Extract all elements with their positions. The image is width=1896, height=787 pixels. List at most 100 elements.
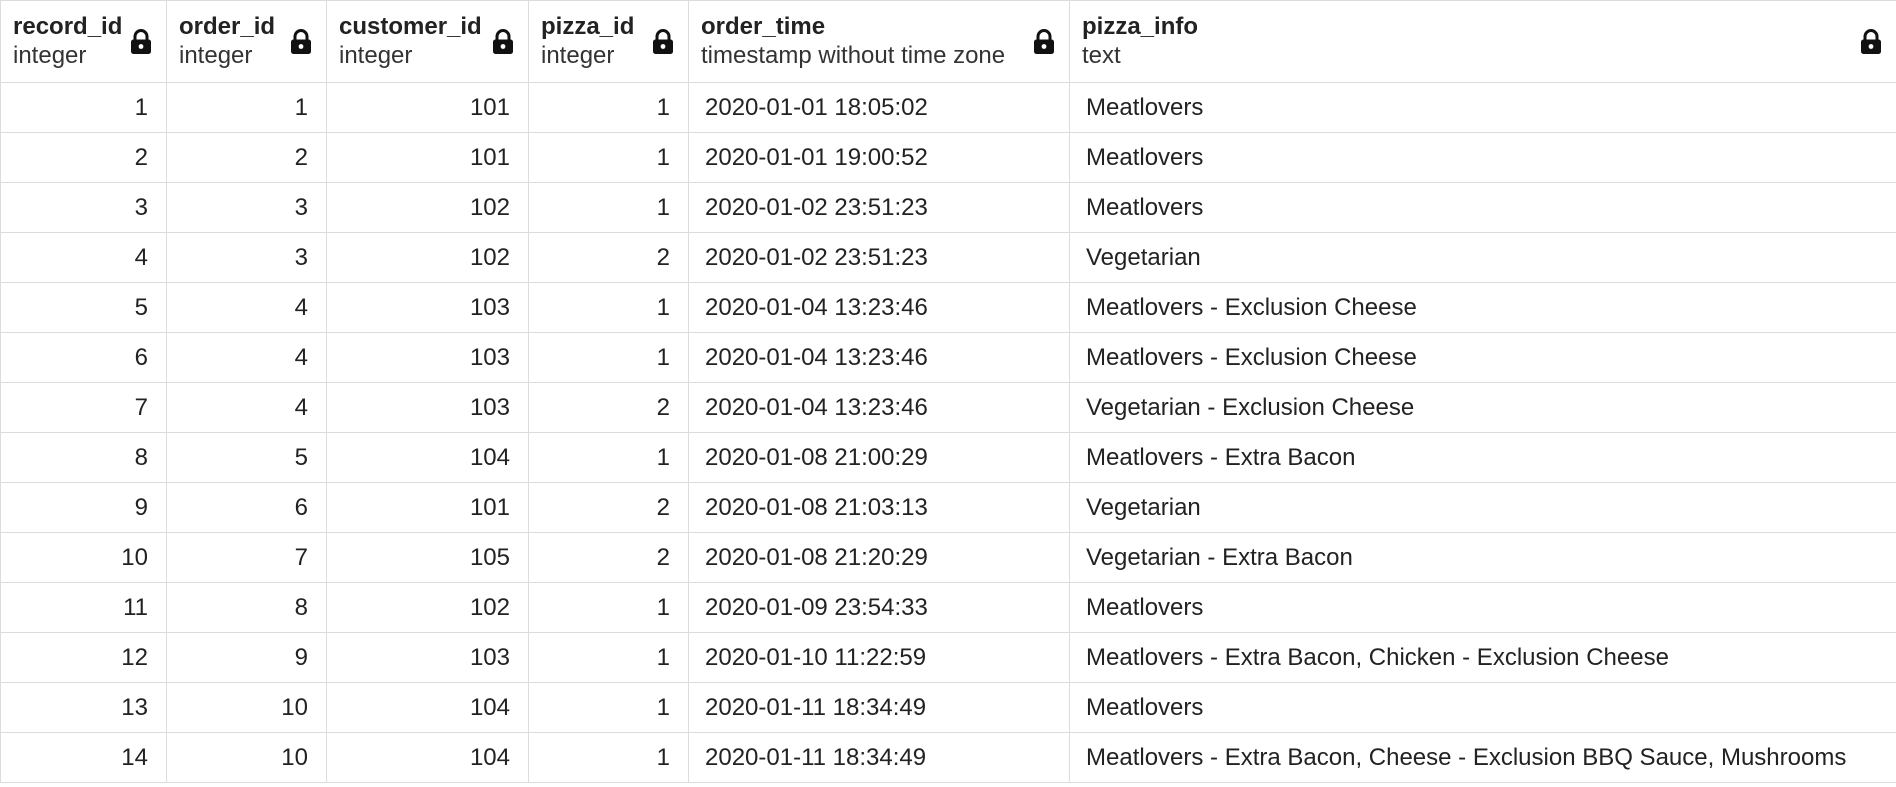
table-row[interactable]: 4 3 102 2 2020-01-02 23:51:23 Vegetarian	[0, 232, 1896, 283]
cell-pizza-id[interactable]: 1	[528, 332, 689, 383]
cell-pizza-id[interactable]: 1	[528, 182, 689, 233]
cell-customer-id[interactable]: 103	[326, 282, 529, 333]
cell-pizza-id[interactable]: 2	[528, 532, 689, 583]
cell-order-time[interactable]: 2020-01-09 23:54:33	[688, 582, 1070, 633]
cell-record-id[interactable]: 5	[0, 282, 167, 333]
cell-order-id[interactable]: 7	[166, 532, 327, 583]
table-row[interactable]: 2 2 101 1 2020-01-01 19:00:52 Meatlovers	[0, 132, 1896, 183]
cell-pizza-id[interactable]: 1	[528, 682, 689, 733]
table-row[interactable]: 7 4 103 2 2020-01-04 13:23:46 Vegetarian - Ex…	[0, 382, 1896, 433]
cell-order-id[interactable]: 8	[166, 582, 327, 633]
cell-pizza-id[interactable]: 1	[528, 582, 689, 633]
column-header-pizza-info[interactable]: pizza_info text	[1069, 0, 1896, 83]
cell-pizza-info[interactable]: Meatlovers - Exclusion Cheese	[1069, 332, 1896, 383]
table-row[interactable]: 3 3 102 1 2020-01-02 23:51:23 Meatlovers	[0, 182, 1896, 233]
cell-pizza-info[interactable]: Meatlovers	[1069, 82, 1896, 133]
cell-record-id[interactable]: 6	[0, 332, 167, 383]
table-row[interactable]: 1 1 101 1 2020-01-01 18:05:02 Meatlovers	[0, 82, 1896, 133]
column-header-record-id[interactable]: record_id integer	[0, 0, 167, 83]
cell-record-id[interactable]: 13	[0, 682, 167, 733]
cell-order-time[interactable]: 2020-01-02 23:51:23	[688, 182, 1070, 233]
cell-customer-id[interactable]: 101	[326, 482, 529, 533]
cell-pizza-id[interactable]: 2	[528, 482, 689, 533]
cell-order-time[interactable]: 2020-01-01 19:00:52	[688, 132, 1070, 183]
cell-order-id[interactable]: 4	[166, 332, 327, 383]
column-header-customer-id[interactable]: customer_id integer	[326, 0, 529, 83]
cell-pizza-info[interactable]: Vegetarian	[1069, 232, 1896, 283]
cell-pizza-info[interactable]: Meatlovers	[1069, 182, 1896, 233]
cell-customer-id[interactable]: 102	[326, 232, 529, 283]
cell-record-id[interactable]: 7	[0, 382, 167, 433]
cell-pizza-info[interactable]: Meatlovers	[1069, 682, 1896, 733]
cell-order-time[interactable]: 2020-01-08 21:00:29	[688, 432, 1070, 483]
cell-record-id[interactable]: 2	[0, 132, 167, 183]
cell-customer-id[interactable]: 103	[326, 632, 529, 683]
cell-order-time[interactable]: 2020-01-10 11:22:59	[688, 632, 1070, 683]
table-row[interactable]: 5 4 103 1 2020-01-04 13:23:46 Meatlovers - Ex…	[0, 282, 1896, 333]
cell-pizza-info[interactable]: Meatlovers	[1069, 132, 1896, 183]
cell-order-id[interactable]: 9	[166, 632, 327, 683]
cell-customer-id[interactable]: 104	[326, 732, 529, 783]
cell-customer-id[interactable]: 103	[326, 382, 529, 433]
cell-pizza-info[interactable]: Meatlovers - Extra Bacon	[1069, 432, 1896, 483]
cell-record-id[interactable]: 9	[0, 482, 167, 533]
cell-order-id[interactable]: 10	[166, 732, 327, 783]
cell-record-id[interactable]: 8	[0, 432, 167, 483]
cell-customer-id[interactable]: 101	[326, 132, 529, 183]
cell-pizza-info[interactable]: Meatlovers	[1069, 582, 1896, 633]
cell-order-id[interactable]: 3	[166, 182, 327, 233]
cell-pizza-id[interactable]: 2	[528, 232, 689, 283]
table-row[interactable]: 10 7 105 2 2020-01-08 21:20:29 Vegetarian - E…	[0, 532, 1896, 583]
cell-record-id[interactable]: 1	[0, 82, 167, 133]
cell-customer-id[interactable]: 101	[326, 82, 529, 133]
cell-record-id[interactable]: 4	[0, 232, 167, 283]
cell-pizza-info[interactable]: Meatlovers - Extra Bacon, Cheese - Exclu…	[1069, 732, 1896, 783]
cell-customer-id[interactable]: 102	[326, 182, 529, 233]
cell-order-id[interactable]: 2	[166, 132, 327, 183]
cell-pizza-id[interactable]: 1	[528, 732, 689, 783]
table-row[interactable]: 12 9 103 1 2020-01-10 11:22:59 Meatlovers - E…	[0, 632, 1896, 683]
cell-record-id[interactable]: 10	[0, 532, 167, 583]
cell-customer-id[interactable]: 104	[326, 682, 529, 733]
cell-order-time[interactable]: 2020-01-04 13:23:46	[688, 282, 1070, 333]
table-row[interactable]: 6 4 103 1 2020-01-04 13:23:46 Meatlovers - Ex…	[0, 332, 1896, 383]
column-header-order-id[interactable]: order_id integer	[166, 0, 327, 83]
cell-order-time[interactable]: 2020-01-11 18:34:49	[688, 732, 1070, 783]
cell-pizza-info[interactable]: Meatlovers - Exclusion Cheese	[1069, 282, 1896, 333]
table-row[interactable]: 13 10 104 1 2020-01-11 18:34:49 Meatlovers	[0, 682, 1896, 733]
cell-pizza-id[interactable]: 1	[528, 432, 689, 483]
cell-order-time[interactable]: 2020-01-11 18:34:49	[688, 682, 1070, 733]
cell-customer-id[interactable]: 103	[326, 332, 529, 383]
cell-order-id[interactable]: 3	[166, 232, 327, 283]
cell-record-id[interactable]: 3	[0, 182, 167, 233]
cell-pizza-id[interactable]: 1	[528, 282, 689, 333]
cell-pizza-info[interactable]: Vegetarian - Extra Bacon	[1069, 532, 1896, 583]
cell-order-time[interactable]: 2020-01-04 13:23:46	[688, 382, 1070, 433]
cell-order-id[interactable]: 6	[166, 482, 327, 533]
table-row[interactable]: 11 8 102 1 2020-01-09 23:54:33 Meatlovers	[0, 582, 1896, 633]
table-row[interactable]: 9 6 101 2 2020-01-08 21:03:13 Vegetarian	[0, 482, 1896, 533]
cell-customer-id[interactable]: 104	[326, 432, 529, 483]
column-header-order-time[interactable]: order_time timestamp without time zone	[688, 0, 1070, 83]
table-row[interactable]: 8 5 104 1 2020-01-08 21:00:29 Meatlovers - Ex…	[0, 432, 1896, 483]
cell-customer-id[interactable]: 102	[326, 582, 529, 633]
cell-order-id[interactable]: 4	[166, 282, 327, 333]
cell-order-time[interactable]: 2020-01-02 23:51:23	[688, 232, 1070, 283]
column-header-pizza-id[interactable]: pizza_id integer	[528, 0, 689, 83]
cell-record-id[interactable]: 12	[0, 632, 167, 683]
cell-order-time[interactable]: 2020-01-01 18:05:02	[688, 82, 1070, 133]
table-row[interactable]: 14 10 104 1 2020-01-11 18:34:49 Meatlovers - …	[0, 732, 1896, 783]
cell-pizza-id[interactable]: 1	[528, 82, 689, 133]
cell-order-id[interactable]: 4	[166, 382, 327, 433]
cell-record-id[interactable]: 14	[0, 732, 167, 783]
cell-pizza-info[interactable]: Meatlovers - Extra Bacon, Chicken - Excl…	[1069, 632, 1896, 683]
cell-order-time[interactable]: 2020-01-04 13:23:46	[688, 332, 1070, 383]
cell-order-time[interactable]: 2020-01-08 21:03:13	[688, 482, 1070, 533]
cell-order-id[interactable]: 10	[166, 682, 327, 733]
cell-pizza-id[interactable]: 2	[528, 382, 689, 433]
cell-pizza-info[interactable]: Vegetarian - Exclusion Cheese	[1069, 382, 1896, 433]
cell-record-id[interactable]: 11	[0, 582, 167, 633]
cell-order-time[interactable]: 2020-01-08 21:20:29	[688, 532, 1070, 583]
cell-pizza-info[interactable]: Vegetarian	[1069, 482, 1896, 533]
cell-order-id[interactable]: 1	[166, 82, 327, 133]
